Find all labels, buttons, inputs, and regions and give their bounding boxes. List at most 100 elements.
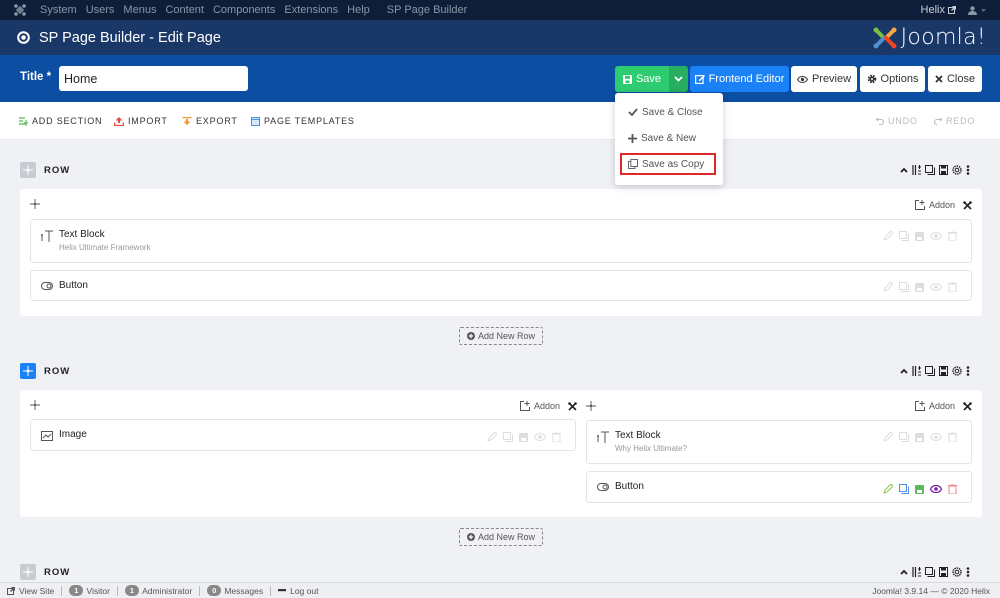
logout-label: Log out [290,585,319,596]
export-button[interactable]: EXPORT [182,116,238,126]
addon-item-button[interactable]: Button [30,270,972,301]
column-move-icon[interactable] [30,199,40,209]
add-addon-button[interactable]: Addon [520,401,577,411]
duplicate-addon-icon[interactable] [503,432,513,442]
close-button[interactable]: Close [928,66,982,92]
save-addon-icon[interactable] [519,432,528,442]
save-and-new-item[interactable]: Save & New [615,128,723,148]
messages-link[interactable]: 0 Messages [207,585,263,596]
save-button[interactable]: Save [615,66,669,92]
save-dropdown-toggle[interactable] [669,66,688,92]
duplicate-addon-icon[interactable] [899,432,909,442]
edit-addon-icon[interactable] [883,432,893,442]
delete-addon-icon[interactable] [948,282,957,292]
duplicate-addon-icon[interactable] [899,231,909,241]
status-bar: View Site 1 Visitor 1 Administrator 0 Me… [0,582,1000,598]
duplicate-icon[interactable] [925,165,935,175]
edit-addon-icon[interactable] [883,231,893,241]
toggle-visibility-icon[interactable] [930,283,942,291]
save-as-copy-item[interactable]: Save as Copy [620,153,716,175]
edit-addon-icon[interactable] [487,432,497,442]
column-settings-icon[interactable] [963,200,972,210]
menu-extensions[interactable]: Extensions [284,4,338,16]
toggle-visibility-icon[interactable] [930,433,942,441]
menu-components[interactable]: Components [213,4,275,16]
options-button[interactable]: Options [860,66,925,92]
more-options-icon[interactable] [966,366,970,376]
column-move-icon[interactable] [30,400,40,410]
toggle-visibility-icon[interactable] [534,433,546,441]
delete-addon-icon[interactable] [948,432,957,442]
addon-item-image[interactable]: Image [30,419,576,451]
save-addon-icon[interactable] [915,484,924,494]
column-layout-icon[interactable] [912,366,921,376]
duplicate-icon[interactable] [925,567,935,577]
settings-icon[interactable] [952,567,962,577]
menu-help[interactable]: Help [347,4,370,16]
settings-icon[interactable] [952,165,962,175]
save-addon-icon[interactable] [915,282,924,292]
page-templates-button[interactable]: PAGE TEMPLATES [251,116,355,126]
menu-system[interactable]: System [40,4,77,16]
duplicate-icon[interactable] [925,366,935,376]
save-addon-icon[interactable] [915,231,924,241]
row-drag-handle[interactable] [20,162,36,178]
add-new-row-button[interactable]: Add New Row [459,327,543,345]
duplicate-addon-icon[interactable] [899,484,909,494]
delete-addon-icon[interactable] [948,231,957,241]
settings-icon[interactable] [952,366,962,376]
add-addon-button[interactable]: Addon [914,401,972,411]
external-link-icon [948,6,956,14]
collapse-icon[interactable] [900,368,908,374]
menu-content[interactable]: Content [165,4,204,16]
undo-button[interactable]: UNDO [876,116,918,126]
menu-menus[interactable]: Menus [123,4,156,16]
redo-button[interactable]: REDO [934,116,975,126]
save-row-icon[interactable] [939,366,948,376]
joomla-menu-icon[interactable] [0,4,40,16]
duplicate-addon-icon[interactable] [899,282,909,292]
edit-addon-icon[interactable] [883,282,893,292]
more-options-icon[interactable] [966,567,970,577]
row-drag-handle[interactable] [20,564,36,580]
toggle-visibility-icon[interactable] [930,232,942,240]
add-addon-button[interactable]: Addon [914,200,972,210]
column-layout-icon[interactable] [912,165,921,175]
logout-link[interactable]: Log out [278,586,318,596]
title-input[interactable] [59,66,248,91]
view-site-link[interactable]: View Site [7,586,54,596]
user-menu[interactable] [968,5,986,15]
collapse-icon[interactable] [900,167,908,173]
delete-addon-icon[interactable] [552,432,561,442]
image-icon [41,431,53,441]
delete-addon-icon[interactable] [948,484,957,494]
minus-icon [278,589,287,592]
row-drag-handle[interactable] [20,363,36,379]
column-settings-icon[interactable] [963,401,972,411]
more-options-icon[interactable] [966,165,970,175]
save-row-icon[interactable] [939,567,948,577]
save-and-close-item[interactable]: Save & Close [615,102,723,122]
toggle-visibility-icon[interactable] [930,485,942,493]
save-row-icon[interactable] [939,165,948,175]
preview-button[interactable]: Preview [791,66,857,92]
save-addon-icon[interactable] [915,432,924,442]
column-layout-icon[interactable] [912,567,921,577]
site-link[interactable]: Helix [921,4,956,16]
addon-item-button[interactable]: Button [586,471,972,503]
collapse-icon[interactable] [900,569,908,575]
edit-addon-icon[interactable] [883,484,893,494]
eye-icon [796,75,808,83]
import-button[interactable]: IMPORT [114,116,168,126]
menu-sp-page-builder[interactable]: SP Page Builder [387,4,468,16]
column-settings-icon[interactable] [568,401,577,411]
addon-item-text-block[interactable]: Text Block Helix Ultimate Framework [30,219,972,263]
add-section-button[interactable]: ADD SECTION [19,116,102,126]
frontend-editor-button[interactable]: Frontend Editor [690,66,789,92]
button-icon [597,483,609,491]
add-new-row-button[interactable]: Add New Row [459,528,543,546]
addon-item-text-block[interactable]: Text Block Why Helix Ultimate? [586,420,972,464]
menu-users[interactable]: Users [86,4,115,16]
column-move-icon[interactable] [586,401,596,411]
caret-down-icon [981,8,986,12]
